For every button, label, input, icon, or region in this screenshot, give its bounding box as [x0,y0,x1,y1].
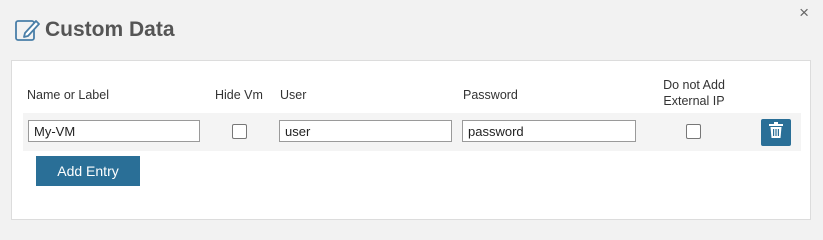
trash-icon [769,122,783,143]
custom-data-panel: Name or Label Hide Vm User Password Do n… [11,60,811,220]
table-row [23,113,801,151]
header-no-external-ip-line2: External IP [663,94,725,108]
dialog-header: Custom Data × [0,0,823,58]
dialog-title: Custom Data [45,18,175,41]
header-name-or-label: Name or Label [27,88,109,102]
header-hide-vm: Hide Vm [215,88,263,102]
delete-row-button[interactable] [761,119,791,146]
hide-vm-checkbox[interactable] [232,124,247,139]
no-external-ip-checkbox[interactable] [686,124,701,139]
password-input[interactable] [462,120,636,142]
add-entry-button[interactable]: Add Entry [36,156,140,186]
edit-icon [14,17,40,43]
name-input[interactable] [28,120,200,142]
close-icon[interactable]: × [799,4,809,22]
user-input[interactable] [279,120,452,142]
header-no-external-ip-line1: Do not Add [663,78,725,92]
header-password: Password [463,88,518,102]
header-no-external-ip: Do not Add External IP [652,77,736,109]
header-user: User [280,88,307,102]
